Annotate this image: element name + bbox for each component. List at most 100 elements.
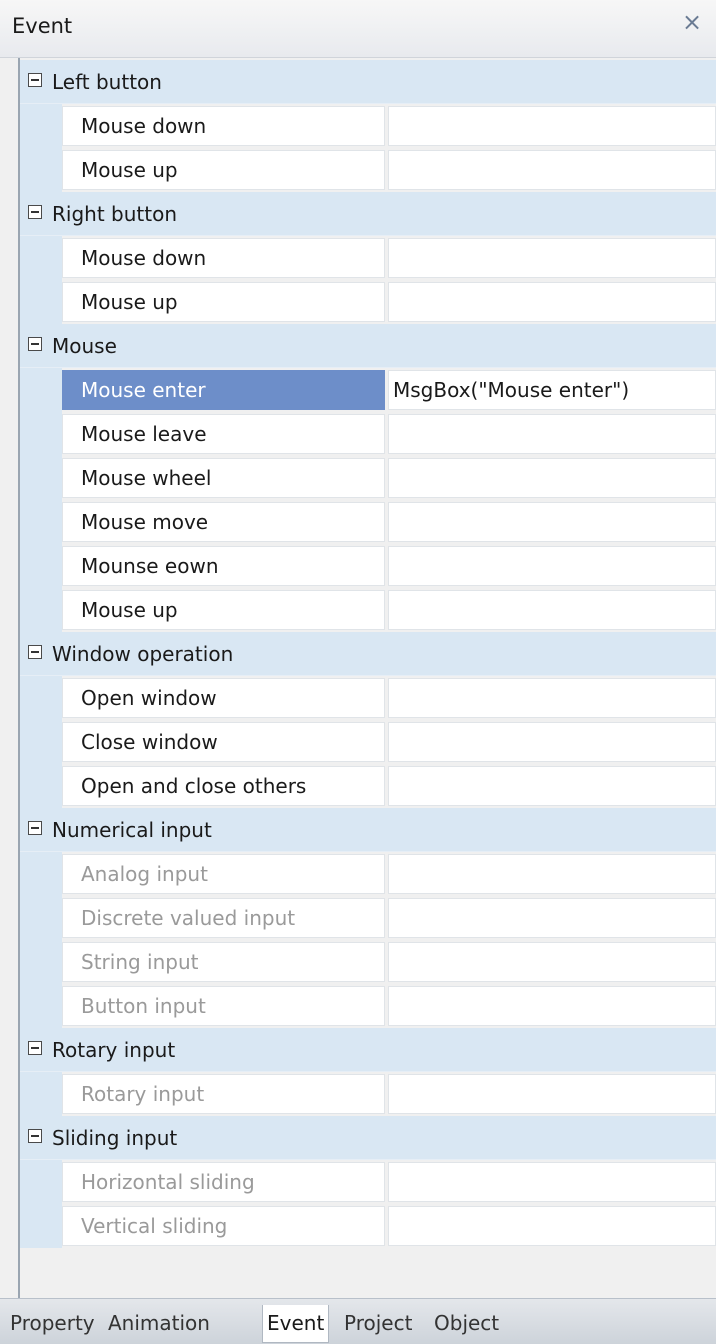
close-icon[interactable]: ×	[680, 10, 704, 34]
category-row[interactable]: Rotary input	[20, 1028, 716, 1072]
event-name[interactable]: Mouse move	[62, 502, 385, 542]
row-indent	[20, 764, 62, 808]
row-indent	[20, 676, 62, 720]
row-indent	[20, 984, 62, 1028]
category-label: Right button	[52, 202, 177, 226]
event-row[interactable]: Vertical sliding	[20, 1204, 716, 1248]
category-label: Sliding input	[52, 1126, 178, 1150]
event-name[interactable]: Vertical sliding	[62, 1206, 385, 1246]
event-row[interactable]: Mouse up	[20, 148, 716, 192]
event-row[interactable]: Mounse eown	[20, 544, 716, 588]
collapse-icon[interactable]	[28, 73, 42, 87]
collapse-icon[interactable]	[28, 1041, 42, 1055]
event-row[interactable]: Mouse enter MsgBox("Mouse enter")	[20, 368, 716, 412]
event-name[interactable]: Close window	[62, 722, 385, 762]
event-row[interactable]: Mouse up	[20, 588, 716, 632]
event-value-field[interactable]	[388, 678, 716, 718]
category-row[interactable]: Right button	[20, 192, 716, 236]
event-name[interactable]: Mouse up	[62, 590, 385, 630]
panel-tab-bar: Property Animation Event Project Object	[0, 1298, 716, 1344]
event-name[interactable]: Mouse up	[62, 282, 385, 322]
panel-title: Event	[12, 14, 73, 38]
event-row[interactable]: Discrete valued input	[20, 896, 716, 940]
event-value-field[interactable]	[388, 854, 716, 894]
category-row[interactable]: Left button	[20, 60, 716, 104]
event-name[interactable]: Mounse eown	[62, 546, 385, 586]
event-value-field[interactable]	[388, 458, 716, 498]
category-label: Mouse	[52, 334, 117, 358]
row-indent	[20, 896, 62, 940]
tab-property[interactable]: Property	[10, 1305, 95, 1343]
event-value-field[interactable]	[388, 282, 716, 322]
event-name[interactable]: Mouse enter	[62, 370, 385, 410]
event-name[interactable]: Mouse leave	[62, 414, 385, 454]
tab-project[interactable]: Project	[344, 1305, 412, 1343]
category-row[interactable]: Sliding input	[20, 1116, 716, 1160]
event-value-field[interactable]	[388, 546, 716, 586]
event-value-field[interactable]	[388, 502, 716, 542]
collapse-icon[interactable]	[28, 205, 42, 219]
category-label: Left button	[52, 70, 162, 94]
event-row[interactable]: Analog input	[20, 852, 716, 896]
event-value-field[interactable]	[388, 106, 716, 146]
event-value-field[interactable]	[388, 942, 716, 982]
event-row[interactable]: Rotary input	[20, 1072, 716, 1116]
category-row[interactable]: Window operation	[20, 632, 716, 676]
category-label: Rotary input	[52, 1038, 176, 1062]
event-row[interactable]: Mouse down	[20, 236, 716, 280]
event-value-field[interactable]	[388, 1206, 716, 1246]
event-value-field[interactable]	[388, 766, 716, 806]
collapse-icon[interactable]	[28, 645, 42, 659]
event-row[interactable]: String input	[20, 940, 716, 984]
panel-titlebar: Event ×	[0, 0, 716, 58]
tab-animation[interactable]: Animation	[108, 1305, 210, 1343]
category-row[interactable]: Numerical input	[20, 808, 716, 852]
row-indent	[20, 104, 62, 148]
event-value-field[interactable]	[388, 238, 716, 278]
category-row[interactable]: Mouse	[20, 324, 716, 368]
tab-event[interactable]: Event	[262, 1305, 330, 1343]
event-row[interactable]: Mouse up	[20, 280, 716, 324]
event-name[interactable]: Mouse down	[62, 106, 385, 146]
event-value-field[interactable]	[388, 150, 716, 190]
event-name[interactable]: Discrete valued input	[62, 898, 385, 938]
event-row[interactable]: Button input	[20, 984, 716, 1028]
event-name[interactable]: Mouse up	[62, 150, 385, 190]
event-name[interactable]: Rotary input	[62, 1074, 385, 1114]
property-grid: Left button Mouse down Mouse up Right butto…	[18, 58, 716, 1298]
tab-object[interactable]: Object	[434, 1305, 499, 1343]
collapse-icon[interactable]	[28, 1129, 42, 1143]
event-row[interactable]: Open and close others	[20, 764, 716, 808]
row-indent	[20, 236, 62, 280]
collapse-icon[interactable]	[28, 821, 42, 835]
event-name[interactable]: Mouse down	[62, 238, 385, 278]
event-name[interactable]: Open and close others	[62, 766, 385, 806]
event-value-field[interactable]	[388, 414, 716, 454]
event-value-field[interactable]	[388, 1074, 716, 1114]
event-name[interactable]: Button input	[62, 986, 385, 1026]
row-indent	[20, 1160, 62, 1204]
event-name[interactable]: Open window	[62, 678, 385, 718]
row-indent	[20, 412, 62, 456]
event-row[interactable]: Mouse leave	[20, 412, 716, 456]
event-row[interactable]: Horizontal sliding	[20, 1160, 716, 1204]
event-value-field[interactable]	[388, 898, 716, 938]
event-value-field[interactable]	[388, 722, 716, 762]
event-name[interactable]: String input	[62, 942, 385, 982]
event-row[interactable]: Open window	[20, 676, 716, 720]
event-row[interactable]: Mouse move	[20, 500, 716, 544]
event-name[interactable]: Horizontal sliding	[62, 1162, 385, 1202]
event-row[interactable]: Close window	[20, 720, 716, 764]
collapse-icon[interactable]	[28, 337, 42, 351]
event-value-field[interactable]	[388, 1162, 716, 1202]
event-row[interactable]: Mouse wheel	[20, 456, 716, 500]
event-value-field[interactable]	[388, 590, 716, 630]
event-value-field[interactable]: MsgBox("Mouse enter")	[388, 370, 716, 410]
row-indent	[20, 500, 62, 544]
row-indent	[20, 368, 62, 412]
event-row[interactable]: Mouse down	[20, 104, 716, 148]
row-indent	[20, 1204, 62, 1248]
event-name[interactable]: Analog input	[62, 854, 385, 894]
event-value-field[interactable]	[388, 986, 716, 1026]
event-name[interactable]: Mouse wheel	[62, 458, 385, 498]
